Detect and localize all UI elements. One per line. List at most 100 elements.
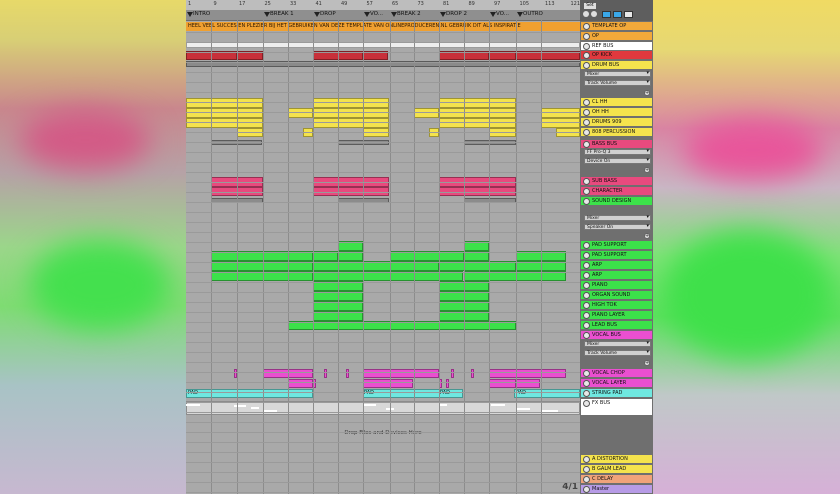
automation-selector[interactable]: Speaker On — [584, 224, 651, 230]
track-gridline — [186, 452, 580, 453]
automation-selector[interactable]: Mixer — [584, 215, 651, 221]
track-header[interactable]: 808 PERCUSSION — [581, 128, 652, 136]
track-header[interactable]: PIANO LAYER — [581, 311, 652, 319]
track-header[interactable]: VOCAL LAYER — [581, 379, 652, 387]
arrangement-clip[interactable] — [541, 118, 580, 128]
arrangement-clip[interactable] — [489, 379, 516, 388]
track-header[interactable]: PIANO — [581, 281, 652, 289]
track-gridline — [186, 292, 580, 293]
locator-marker[interactable]: INTRO — [186, 11, 210, 17]
track-header[interactable]: SUB BASS — [581, 177, 652, 185]
track-header[interactable]: OH HH — [581, 108, 652, 116]
track-header[interactable]: OP — [581, 32, 652, 40]
pink-blur — [20, 110, 150, 170]
arrangement-clip[interactable] — [363, 369, 439, 378]
arrangement-clip[interactable] — [288, 379, 313, 388]
track-gridline — [186, 232, 580, 233]
forward-icon[interactable] — [591, 11, 597, 17]
arrangement-clip[interactable] — [489, 369, 566, 378]
locator-marker[interactable]: VO... — [363, 11, 383, 17]
add-automation-icon[interactable]: + — [644, 233, 650, 239]
pencil-icon[interactable] — [613, 11, 622, 18]
track-header[interactable]: FX BUS — [581, 399, 652, 415]
arrangement-clip[interactable] — [414, 108, 439, 118]
track-header[interactable]: LEAD BUS — [581, 321, 652, 329]
arrangement-clip[interactable] — [439, 108, 516, 118]
automation-selector[interactable]: Mixer — [584, 71, 651, 77]
locator-marker[interactable]: DROP 2 — [439, 11, 467, 17]
locator-marker[interactable]: BREAK 1 — [263, 11, 294, 17]
track-gridline — [186, 382, 580, 383]
arrangement-clip[interactable] — [186, 108, 263, 118]
arrangement-clip[interactable] — [439, 98, 516, 108]
arrange-toggle-icon[interactable] — [602, 11, 611, 18]
arrangement-clip[interactable] — [516, 379, 540, 388]
arrangement-clip[interactable] — [186, 389, 313, 398]
track-header[interactable]: STRING PAD — [581, 389, 652, 397]
track-header-column: Set TEMPLATE OP OP REF BUS OP KICK DRUM BUS C… — [580, 0, 653, 494]
arrangement-clip[interactable] — [324, 369, 327, 378]
track-header[interactable]: TEMPLATE OP — [581, 22, 652, 30]
back-icon[interactable] — [583, 11, 589, 17]
automation-selector[interactable]: Track Volume — [584, 350, 651, 356]
locator-marker[interactable]: DROP — [313, 11, 336, 17]
arrangement-clip[interactable] — [446, 379, 449, 388]
track-header[interactable]: PAD SUPPORT — [581, 251, 652, 259]
track-header[interactable]: CHARACTER — [581, 187, 652, 195]
arrangement-view[interactable]: 1 9 17 25 33 41 49 57 65 73 81 89 97 105 113 121 INTRO B… — [186, 0, 580, 494]
add-automation-icon[interactable]: + — [644, 90, 650, 96]
track-header[interactable]: VOCAL BUS — [581, 331, 652, 339]
track-header[interactable]: DRUMS 909 — [581, 118, 652, 126]
track-gridline — [186, 482, 580, 483]
track-header[interactable]: C DELAY — [581, 475, 652, 483]
add-automation-icon[interactable]: + — [644, 167, 650, 173]
automation-selector[interactable]: Device On — [584, 158, 651, 164]
bar-number: 9 — [213, 1, 217, 7]
track-gridline — [186, 122, 580, 123]
locator-marker[interactable]: BREAK 2 — [390, 11, 421, 17]
arrangement-clip[interactable] — [451, 369, 454, 378]
arrangement-clip[interactable] — [541, 108, 580, 118]
locator-lane[interactable]: INTRO BREAK 1 DROP VO... BREAK 2 DROP 2 VO... O… — [186, 10, 580, 21]
track-header[interactable]: B GALM LEAD — [581, 465, 652, 473]
track-header[interactable]: ARP — [581, 271, 652, 279]
arrangement-clip[interactable] — [439, 118, 516, 128]
track-header[interactable]: BASS BUS — [581, 140, 652, 148]
track-header[interactable]: SOUND DESIGN — [581, 197, 652, 205]
automation-selector[interactable]: Mixer — [584, 341, 651, 347]
arrangement-clip[interactable] — [288, 108, 313, 118]
arrangement-clip[interactable] — [186, 98, 263, 108]
template-info-clip[interactable]: HEEL VEEL SUCCES EN PLEZIER BIJ HET GEBR… — [186, 22, 580, 31]
arrangement-clip[interactable] — [346, 369, 349, 378]
add-automation-icon[interactable]: + — [644, 360, 650, 366]
set-button[interactable]: Set — [584, 3, 596, 9]
track-header[interactable]: PAD SUPPORT — [581, 241, 652, 249]
arrangement-clip[interactable] — [471, 369, 474, 378]
track-header[interactable]: ARP — [581, 261, 652, 269]
track-header[interactable]: REF BUS — [581, 42, 652, 50]
track-header[interactable]: Master — [581, 485, 652, 493]
track-header[interactable]: OP KICK — [581, 51, 652, 59]
locator-marker[interactable]: OUTRO — [516, 11, 543, 17]
green-blur — [30, 240, 170, 330]
track-header[interactable]: VOCAL CHOP — [581, 369, 652, 377]
track-header[interactable]: ORGAN SOUND — [581, 291, 652, 299]
track-header[interactable]: A DISTORTION — [581, 455, 652, 463]
automation-selector[interactable]: FF Pro-Q 3 — [584, 149, 651, 155]
track-gridline — [186, 102, 580, 103]
track-header[interactable]: DRUM BUS — [581, 61, 652, 69]
arrangement-clip[interactable] — [363, 379, 413, 388]
track-header[interactable]: CL HH — [581, 98, 652, 106]
bar-number: 121 — [570, 1, 581, 7]
arrangement-clip[interactable] — [313, 118, 389, 128]
arrangement-clip[interactable] — [313, 98, 389, 108]
key-icon[interactable] — [624, 11, 633, 18]
locator-marker[interactable]: VO... — [489, 11, 509, 17]
track-gridline — [186, 472, 580, 473]
automation-selector[interactable]: Track Volume — [584, 80, 651, 86]
track-header[interactable]: HIGH TOK — [581, 301, 652, 309]
track-gridline — [186, 462, 580, 463]
track-gridline — [186, 372, 580, 373]
arrangement-clip[interactable] — [186, 118, 263, 128]
arrangement-clip[interactable] — [313, 108, 389, 118]
